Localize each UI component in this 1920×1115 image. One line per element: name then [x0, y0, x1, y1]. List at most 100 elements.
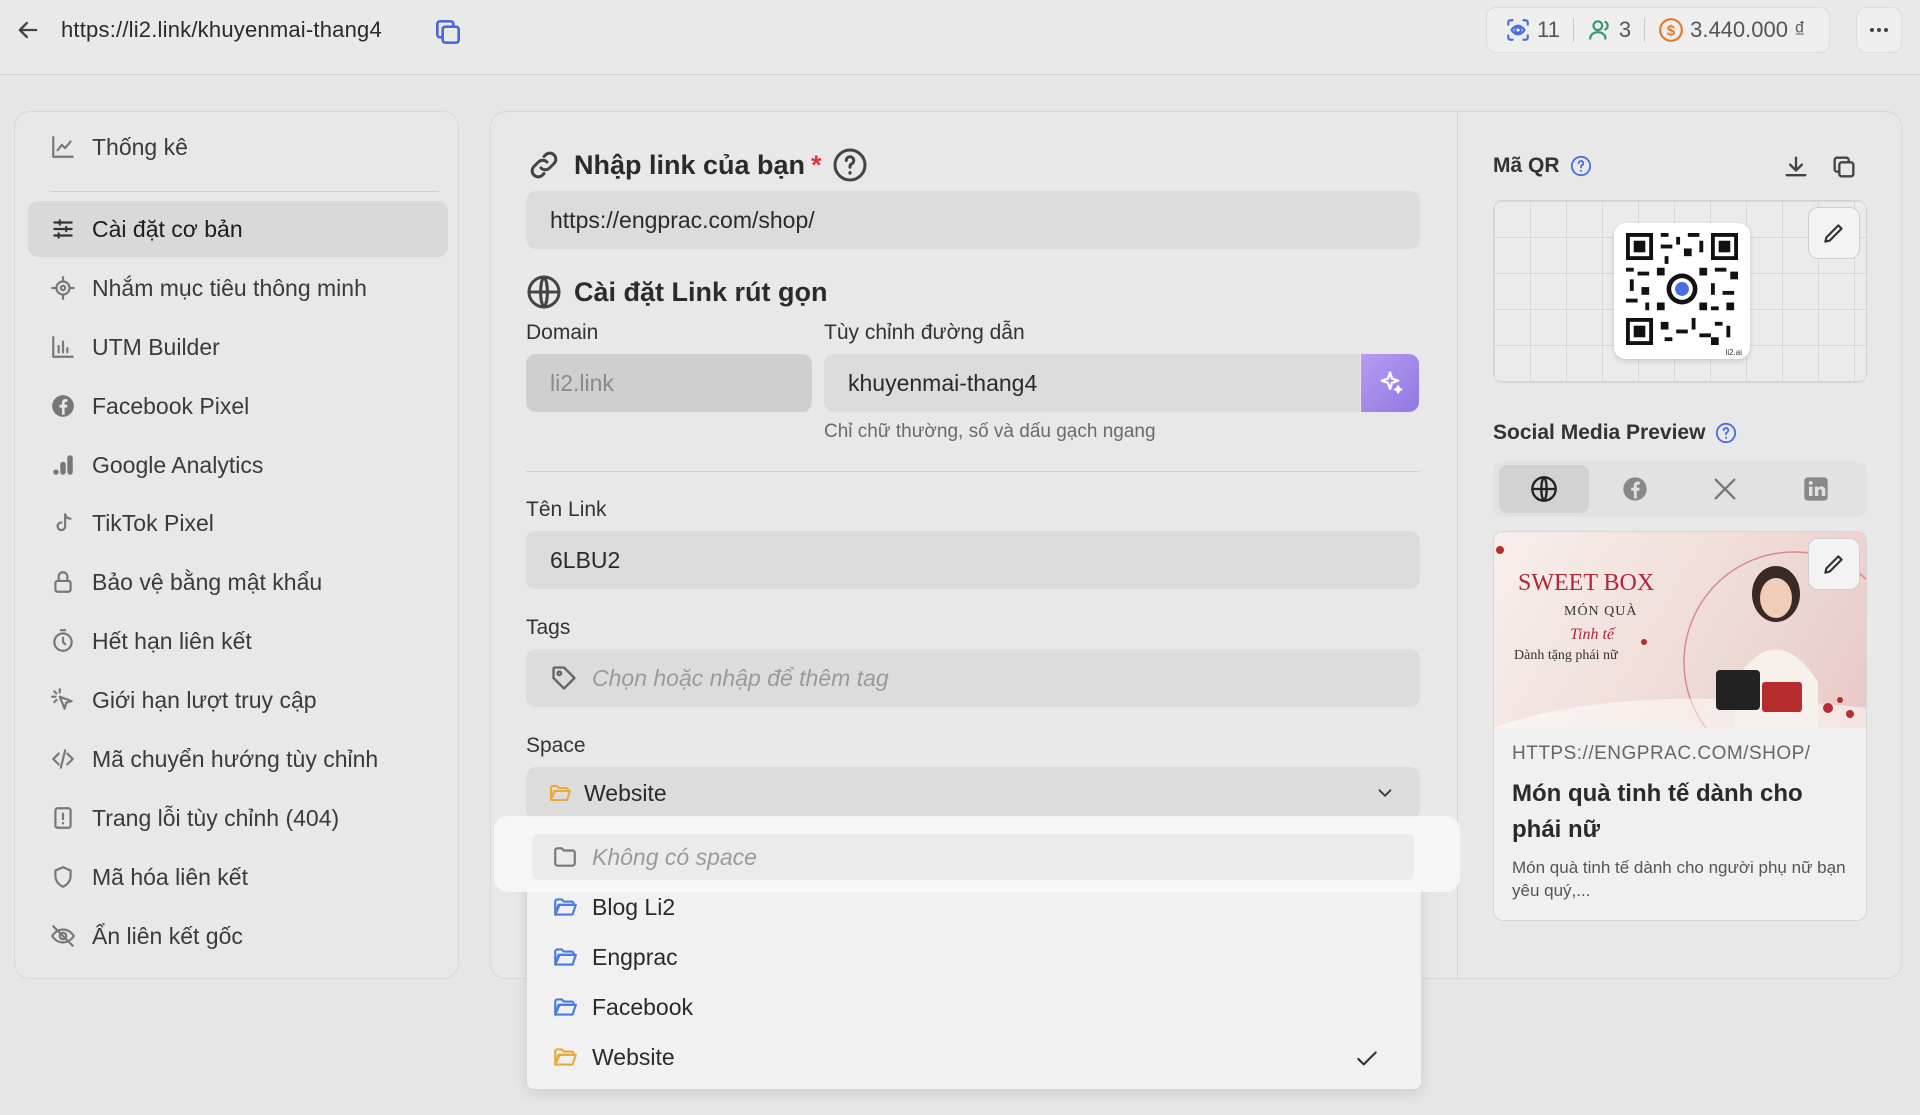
sidebar-item-label: Mã chuyển hướng tùy chỉnh [92, 745, 379, 772]
destination-url-input[interactable]: https://engprac.com/shop/ [526, 191, 1420, 249]
chart-line-icon [52, 136, 74, 158]
clicks-count: 11 [1537, 17, 1560, 42]
sidebar-item-statistics[interactable]: Thống kê [28, 119, 448, 175]
sidebar-item-label: Facebook Pixel [92, 392, 250, 419]
image-line-1: MÓN QUÀ [1564, 604, 1638, 619]
sidebar-item-label: Trang lỗi tùy chỉnh (404) [92, 804, 340, 831]
facebook-icon [52, 395, 74, 417]
scan-eye-icon [1507, 19, 1529, 41]
short-url: https://li2.link/khuyenmai-thang4 [61, 17, 382, 42]
folder-open-icon [554, 898, 577, 916]
space-option-website[interactable]: Website [532, 1034, 1414, 1080]
sidebar-item-encryption[interactable]: Mã hóa liên kết [28, 849, 448, 905]
link-name-input[interactable]: 6LBU2 [526, 531, 1420, 589]
help-circle-icon[interactable] [1715, 422, 1737, 444]
space-option-none[interactable]: Không có space [532, 834, 1414, 880]
tab-facebook[interactable] [1590, 465, 1680, 513]
sidebar-item-hide-origin[interactable]: Ẩn liên kết gốc [28, 908, 448, 964]
sidebar-item-label: Nhắm mục tiêu thông minh [92, 274, 367, 301]
social-preview-title: Social Media Preview [1493, 421, 1737, 445]
users-stat: 3 [1587, 17, 1631, 43]
svg-text:$: $ [1667, 22, 1676, 39]
custom-path-input[interactable]: khuyenmai-thang4 [824, 354, 1360, 412]
copy-icon[interactable] [432, 16, 464, 48]
timer-icon [53, 629, 73, 652]
preview-title: Món quà tinh tế dành cho phái nữ [1512, 780, 1803, 843]
more-dots-icon [1870, 28, 1888, 32]
stats-bar: 11 3 $ 3.440.000 ₫ [1486, 7, 1830, 53]
option-label: Không có space [592, 843, 757, 870]
edit-qr-button[interactable] [1808, 207, 1860, 259]
x-icon [1714, 478, 1736, 500]
link-icon [530, 151, 558, 179]
sidebar-item-tiktok-pixel[interactable]: TikTok Pixel [28, 495, 448, 551]
space-option-engprac[interactable]: Engprac [532, 934, 1414, 980]
sidebar-item-custom-redirect[interactable]: Mã chuyển hướng tùy chỉnh [28, 731, 448, 787]
destination-section-title: Nhập link của bạn * [526, 147, 880, 183]
folder-open-icon [554, 998, 577, 1016]
help-circle-icon[interactable] [1570, 155, 1592, 177]
folder-icon [554, 847, 576, 867]
folder-open-icon [554, 948, 577, 966]
ai-generate-button[interactable] [1361, 354, 1419, 412]
tags-input[interactable]: Chọn hoặc nhập để thêm tag [526, 649, 1420, 707]
users-count: 3 [1618, 17, 1632, 42]
linkedin-icon [1804, 477, 1828, 501]
pencil-icon [1824, 555, 1843, 574]
space-label: Space [526, 734, 586, 757]
copy-icon[interactable] [1830, 153, 1860, 183]
tab-x[interactable] [1680, 465, 1770, 513]
space-option-facebook[interactable]: Facebook [532, 984, 1414, 1030]
sidebar-item-click-limit[interactable]: Giới hạn lượt truy cập [28, 672, 448, 728]
sidebar-item-label: Giới hạn lượt truy cập [92, 686, 317, 713]
chevron-down-icon [1378, 789, 1392, 797]
dollar-coin-icon: $ [1659, 18, 1684, 42]
image-line-3: Dành tặng phái nữ [1514, 648, 1618, 663]
space-select[interactable]: Website [526, 767, 1420, 819]
tag-icon [552, 666, 576, 690]
analytics-icon [53, 455, 73, 475]
qr-code-image [1626, 233, 1738, 345]
top-bar: https://li2.link/khuyenmai-thang4 11 3 $… [0, 0, 1920, 75]
sliders-icon [53, 219, 73, 239]
image-line-2: Tinh tế [1570, 626, 1615, 643]
code-icon [52, 749, 74, 769]
divider [526, 471, 1420, 472]
download-icon[interactable] [1782, 153, 1812, 183]
sidebar-item-custom-404[interactable]: Trang lỗi tùy chỉnh (404) [28, 790, 448, 846]
section-title-text: Cài đặt Link rút gọn [574, 276, 828, 307]
sidebar-item-label: Cài đặt cơ bản [92, 215, 243, 242]
settings-sidebar: Thống kê Cài đặt cơ bản Nhắm mục tiêu th… [14, 111, 459, 979]
sidebar-item-label: Bảo vệ bằng mật khẩu [92, 568, 323, 595]
qr-preview: li2.ai [1493, 200, 1867, 383]
bar-chart-icon [52, 336, 74, 358]
sidebar-item-facebook-pixel[interactable]: Facebook Pixel [28, 378, 448, 434]
qr-caption: li2.ai [1725, 348, 1742, 357]
sidebar-item-smart-targeting[interactable]: Nhắm mục tiêu thông minh [28, 260, 448, 316]
tab-linkedin[interactable] [1771, 465, 1861, 513]
edit-preview-button[interactable] [1808, 538, 1860, 590]
globe-icon [527, 275, 561, 309]
option-label: Blog Li2 [592, 893, 676, 920]
preview-platform-tabs [1493, 461, 1867, 517]
sidebar-item-label: Ẩn liên kết gốc [92, 922, 243, 949]
tab-web[interactable] [1499, 465, 1590, 513]
sidebar-item-password[interactable]: Bảo vệ bằng mật khẩu [28, 554, 448, 610]
sidebar-item-utm-builder[interactable]: UTM Builder [28, 319, 448, 375]
sidebar-item-basic-settings[interactable]: Cài đặt cơ bản [28, 201, 448, 257]
back-arrow-icon[interactable] [14, 16, 42, 44]
domain-label: Domain [526, 321, 599, 344]
sidebar-item-link-expiry[interactable]: Hết hạn liên kết [28, 613, 448, 669]
sidebar-item-label: UTM Builder [92, 333, 220, 360]
sidebar-item-label: Google Analytics [92, 451, 264, 478]
path-hint: Chỉ chữ thường, số và dấu gạch ngang [824, 421, 1156, 442]
divider [1572, 18, 1574, 42]
sidebar-item-google-analytics[interactable]: Google Analytics [28, 437, 448, 493]
check-icon [1357, 1051, 1377, 1066]
more-menu-button[interactable] [1856, 7, 1902, 53]
help-circle-icon[interactable] [832, 147, 868, 183]
option-label: Website [592, 1043, 675, 1070]
link-name-label: Tên Link [526, 498, 607, 521]
option-label: Facebook [592, 993, 694, 1020]
space-option-blog-li2[interactable]: Blog Li2 [532, 884, 1414, 930]
